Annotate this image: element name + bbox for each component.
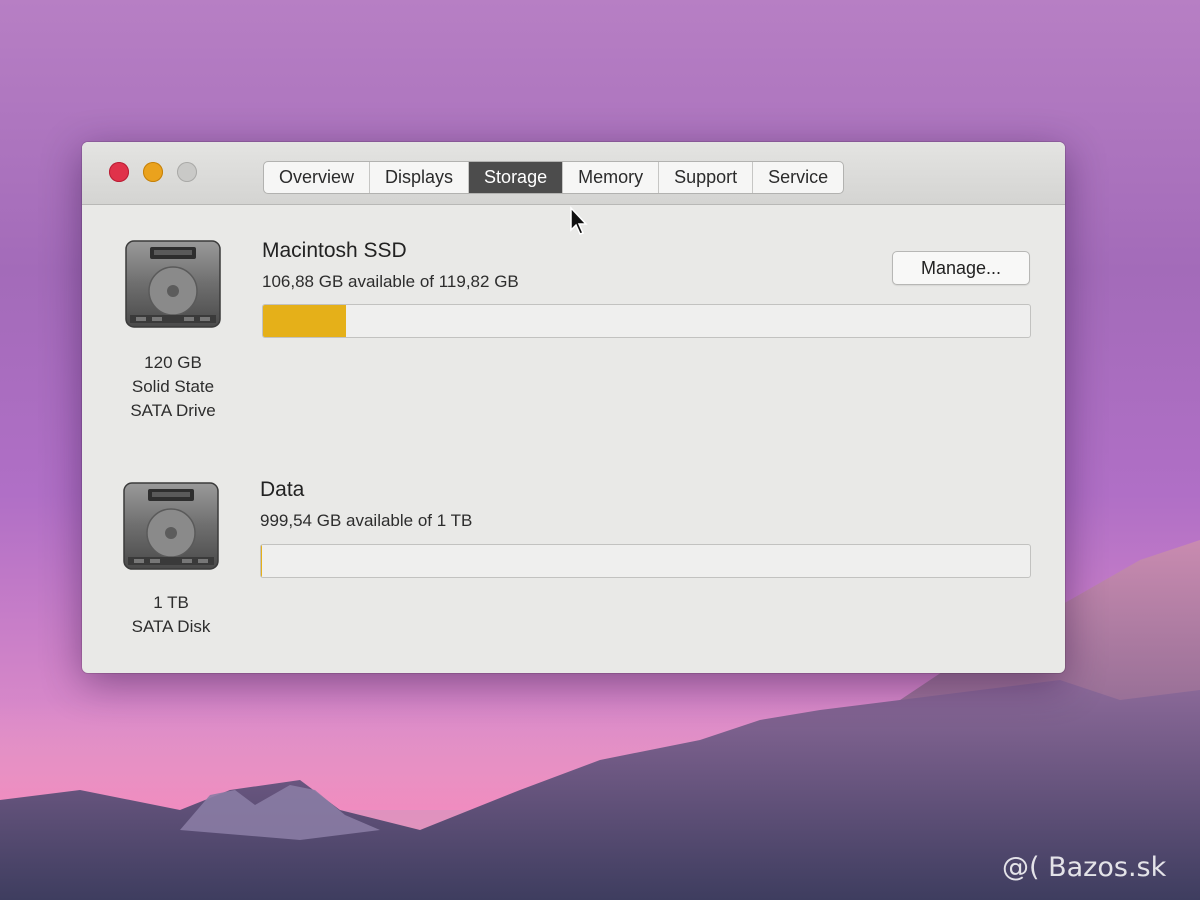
manage-button[interactable]: Manage... (892, 251, 1030, 285)
zoom-button[interactable] (177, 162, 197, 182)
disk-capacity: 1 TB (153, 593, 189, 612)
tab-bar: Overview Displays Storage Memory Support… (263, 161, 845, 194)
disk-type: Solid State (131, 377, 215, 396)
storage-usage-bar (262, 304, 1031, 338)
tab-displays[interactable]: Displays (370, 162, 470, 193)
storage-panel: 120 GB Solid State SATA Drive Macintosh … (82, 205, 1065, 673)
disk-interface: SATA Disk (131, 617, 211, 636)
hard-drive-icon (124, 233, 222, 336)
watermark: @( Bazos.sk (1002, 852, 1167, 883)
tab-support[interactable]: Support (659, 162, 754, 193)
volume-name: Data (260, 478, 305, 501)
disk-interface: SATA Drive (130, 401, 216, 420)
tab-memory[interactable]: Memory (563, 162, 660, 193)
hard-drive-icon (122, 475, 220, 578)
close-button[interactable] (109, 162, 129, 182)
minimize-button[interactable] (143, 162, 163, 182)
tab-service[interactable]: Service (753, 162, 843, 193)
volume-name: Macintosh SSD (262, 239, 407, 262)
volume-available: 106,88 GB available of 119,82 GB (262, 272, 519, 291)
disk-caption: 120 GB Solid State SATA Drive (103, 351, 243, 423)
tab-overview[interactable]: Overview (264, 162, 371, 193)
mouse-pointer-icon (569, 206, 589, 241)
disk-caption: 1 TB SATA Disk (101, 591, 241, 639)
window-titlebar: Overview Displays Storage Memory Support… (82, 142, 1065, 205)
tab-storage[interactable]: Storage (469, 162, 564, 193)
storage-usage-fill (263, 305, 346, 337)
storage-usage-bar (260, 544, 1031, 578)
disk-capacity: 120 GB (144, 353, 202, 372)
volume-available: 999,54 GB available of 1 TB (260, 511, 473, 530)
